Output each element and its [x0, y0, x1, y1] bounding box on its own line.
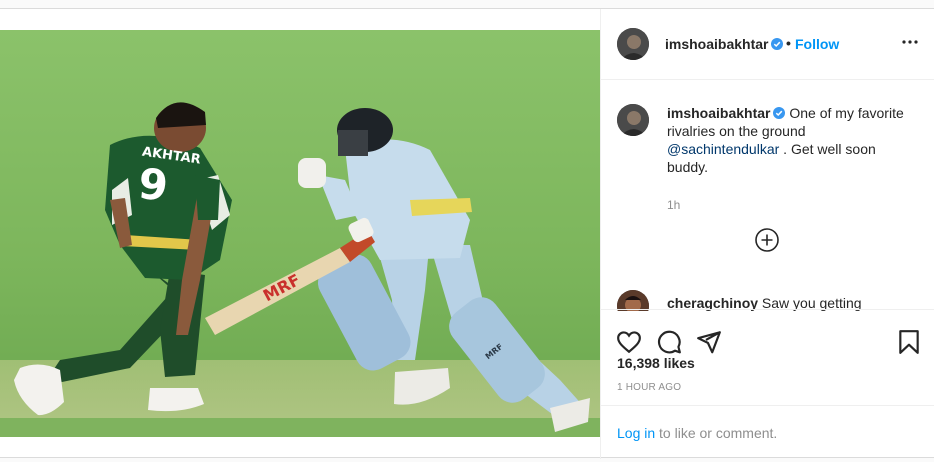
- follow-button[interactable]: Follow: [795, 36, 839, 52]
- caption-text: imshoaibakhtar One of my favorite rivalr…: [667, 105, 904, 175]
- bookmark-icon[interactable]: [896, 329, 922, 355]
- login-text: Log in to like or comment.: [617, 425, 778, 441]
- username-link[interactable]: imshoaibakhtar: [665, 36, 784, 52]
- post-image[interactable]: AKHTAR 9 MRF MRF: [0, 30, 600, 437]
- verified-badge-icon: [771, 38, 784, 50]
- instagram-post: AKHTAR 9 MRF MRF imshoaibakhtar • Follow…: [0, 8, 934, 459]
- plus-circle-icon[interactable]: [754, 227, 780, 253]
- avatar[interactable]: [617, 28, 649, 60]
- caption-username[interactable]: imshoaibakhtar: [667, 105, 770, 121]
- comments-section[interactable]: imshoaibakhtar One of my favorite rivalr…: [601, 80, 934, 311]
- avatar[interactable]: [617, 104, 649, 136]
- more-options-icon[interactable]: [901, 33, 919, 51]
- mention-link[interactable]: @sachintendulkar: [667, 141, 779, 157]
- post-timestamp[interactable]: 1 HOUR AGO: [617, 382, 681, 393]
- caption-timestamp[interactable]: 1h: [667, 198, 680, 212]
- login-link[interactable]: Log in: [617, 425, 655, 441]
- avatar[interactable]: [617, 290, 649, 311]
- jersey-number: 9: [136, 159, 170, 211]
- share-icon[interactable]: [696, 329, 722, 355]
- separator-dot: •: [786, 35, 791, 51]
- login-prompt: Log in to like or comment.: [601, 405, 934, 459]
- verified-badge-icon: [773, 107, 786, 119]
- likes-count[interactable]: 16,398 likes: [617, 355, 695, 371]
- comment-icon[interactable]: [656, 329, 682, 355]
- heart-icon[interactable]: [616, 329, 642, 355]
- post-side-panel: imshoaibakhtar • Follow imshoaibakhtar O…: [600, 9, 934, 459]
- post-header: imshoaibakhtar • Follow: [601, 9, 934, 80]
- actions-bar: 16,398 likes 1 HOUR AGO: [601, 309, 934, 405]
